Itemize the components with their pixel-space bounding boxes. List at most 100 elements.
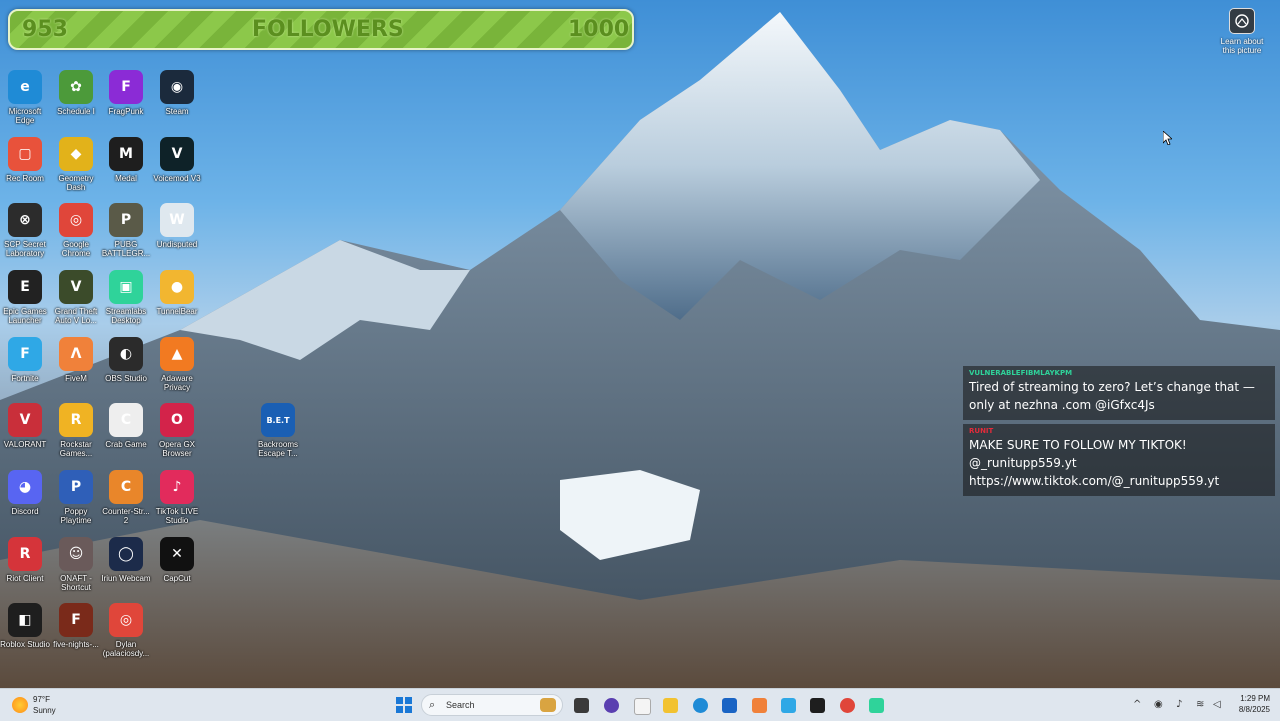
chat-message: VULNERABLEFIBMLAYKPM Tired of streaming … [963, 366, 1275, 420]
desktop-shortcut-label: Dylan (palaciosdy... [102, 640, 150, 658]
desktop-shortcut-counter-strike-2[interactable]: C Counter-Str... 2 [101, 470, 151, 525]
desktop-shortcut-dylan-palaciosdy[interactable]: ◎ Dylan (palaciosdy... [101, 603, 151, 658]
app-icon: ✕ [160, 537, 194, 571]
desktop-shortcut-label: Schedule I [57, 107, 95, 116]
chrome-icon[interactable] [840, 698, 855, 713]
desktop-shortcut-streamlabs-desktop[interactable]: ▣ Streamlabs Desktop [101, 270, 151, 325]
medal-icon[interactable] [810, 698, 825, 713]
desktop-shortcut-grand-theft-auto-v[interactable]: V Grand Theft Auto V Lo... [51, 270, 101, 325]
outlook-icon[interactable] [722, 698, 737, 713]
fivem-icon[interactable] [752, 698, 767, 713]
desktop-shortcut-five-nights[interactable]: Ffive-nights-... [51, 603, 101, 649]
volume-icon[interactable]: ◁ [1213, 700, 1223, 710]
desktop-shortcut-label: Backrooms Escape T... [257, 440, 298, 458]
desktop-shortcut-epic-games-launcher[interactable]: E Epic Games Launcher [0, 270, 50, 325]
app-icon: F [59, 603, 93, 637]
app-icon: Λ [59, 337, 93, 371]
desktop-shortcut-voicemod-v3[interactable]: V Voicemod V3 [152, 137, 202, 183]
desktop-shortcut-label: Counter-Str... 2 [102, 507, 150, 525]
desktop-shortcut-poppy-playtime[interactable]: P Poppy Playtime [51, 470, 101, 525]
app-icon: V [160, 137, 194, 171]
desktop-shortcut-label: Discord [11, 507, 39, 516]
desktop-shortcut-fortnite[interactable]: F Fortnite [0, 337, 50, 383]
followers-current: 953 [22, 17, 68, 42]
weather-desc: Sunny [33, 706, 56, 715]
desktop-shortcut-medal[interactable]: M Medal [101, 137, 151, 183]
network-app-icon[interactable]: ◉ [1154, 700, 1164, 710]
desktop-shortcut-label: Geometry Dash [58, 174, 94, 192]
desktop-shortcut-undisputed[interactable]: W Undisputed [152, 203, 202, 249]
desktop-shortcut-pubg-battlegrounds[interactable]: P PUBG BATTLEGR... [101, 203, 151, 258]
chat-message: RUNIT MAKE SURE TO FOLLOW MY TIKTOK! @_r… [963, 424, 1275, 496]
followers-label: FOLLOWERS [252, 17, 404, 42]
chat-text: Tired of streaming to zero? Let’s change… [969, 380, 1255, 412]
clock-time: 1:29 PM [1240, 694, 1270, 703]
learn-about-label: Learn about this picture [1220, 37, 1264, 55]
app-icon: V [59, 270, 93, 304]
mouse-cursor-icon [1163, 131, 1172, 145]
task-view-icon[interactable] [574, 698, 589, 713]
desktop-shortcut-adaware-privacy[interactable]: ▲ Adaware Privacy [152, 337, 202, 392]
file-icon[interactable] [634, 698, 651, 715]
wifi-icon[interactable]: ≋ [1196, 700, 1206, 710]
microphone-icon[interactable]: ♪ [1176, 700, 1186, 710]
desktop-shortcut-tunnelbear[interactable]: ● TunnelBear [152, 270, 202, 316]
desktop-shortcut-discord[interactable]: ◕ Discord [0, 470, 50, 516]
app-icon: W [160, 203, 194, 237]
desktop-shortcut-rec-room[interactable]: ▢ Rec Room [0, 137, 50, 183]
desktop-shortcut-obs-studio[interactable]: ◐ OBS Studio [101, 337, 151, 383]
app-icon: C [109, 403, 143, 437]
start-button[interactable] [396, 697, 412, 713]
desktop-shortcut-label: Epic Games Launcher [3, 307, 47, 325]
app-icon: R [8, 537, 42, 571]
desktop-shortcut-geometry-dash[interactable]: ◆ Geometry Dash [51, 137, 101, 192]
desktop-shortcut-roblox-studio[interactable]: ◧ Roblox Studio [0, 603, 50, 649]
app-icon: ♪ [160, 470, 194, 504]
search-highlight-icon [540, 698, 556, 712]
desktop-shortcut-rockstar-games[interactable]: R Rockstar Games... [51, 403, 101, 458]
desktop-shortcut-label: Grand Theft Auto V Lo... [54, 307, 98, 325]
desktop-shortcut-label: Medal [115, 174, 137, 183]
app-icon: ▲ [160, 337, 194, 371]
app-icon: C [109, 470, 143, 504]
learn-about-picture[interactable]: Learn about this picture [1214, 8, 1270, 55]
desktop-shortcut-microsoft-edge[interactable]: e Microsoft Edge [0, 70, 50, 125]
desktop-shortcut-label: Riot Client [6, 574, 44, 583]
desktop-shortcut-opera-gx-browser[interactable]: O Opera GX Browser [152, 403, 202, 458]
weather-temp: 97°F [33, 695, 50, 704]
search-placeholder: Search [446, 700, 475, 710]
desktop-shortcut-label: Fortnite [11, 374, 39, 383]
desktop-shortcut-valorant[interactable]: V VALORANT [0, 403, 50, 449]
desktop-shortcut-onaft-shortcut[interactable]: ☺ ONAFT - Shortcut [51, 537, 101, 592]
taskbar-search[interactable]: ⌕ Search [421, 694, 563, 716]
desktop-shortcut-label: five-nights-... [53, 640, 99, 649]
desktop-shortcut-fragpunk[interactable]: F FragPunk [101, 70, 151, 116]
desktop-shortcut-capcut[interactable]: ✕ CapCut [152, 537, 202, 583]
desktop-shortcut-steam[interactable]: ◉ Steam [152, 70, 202, 116]
desktop-shortcut-label: Undisputed [156, 240, 198, 249]
desktop-shortcut-fivem[interactable]: Λ FiveM [51, 337, 101, 383]
app-icon: ◎ [109, 603, 143, 637]
search-icon: ⌕ [429, 698, 436, 711]
app-taskbar-icon[interactable] [604, 698, 619, 713]
edge-icon[interactable] [693, 698, 708, 713]
desktop-shortcut-riot-client[interactable]: R Riot Client [0, 537, 50, 583]
desktop-shortcut-google-chrome[interactable]: ◎ Google Chrome [51, 203, 101, 258]
desktop-shortcut-tiktok-live-studio[interactable]: ♪ TikTok LIVE Studio [152, 470, 202, 525]
desktop-shortcut-scp-secret-laboratory[interactable]: ⊗ SCP Secret Laboratory [0, 203, 50, 258]
desktop-shortcut-label: Iriun Webcam [101, 574, 151, 583]
chevron-up-icon[interactable]: ^ [1133, 700, 1143, 710]
fortnite-icon[interactable] [781, 698, 796, 713]
streamlabs-icon[interactable] [869, 698, 884, 713]
chat-username: RUNIT [969, 427, 994, 435]
desktop-shortcut-crab-game[interactable]: C Crab Game [101, 403, 151, 449]
stream-chat-overlay: VULNERABLEFIBMLAYKPM Tired of streaming … [963, 366, 1275, 500]
desktop-shortcut-backrooms-escape[interactable]: B.E.T Backrooms Escape T... [253, 403, 303, 458]
file-explorer-icon[interactable] [663, 698, 678, 713]
desktop-shortcut-iriun-webcam[interactable]: ◯ Iriun Webcam [101, 537, 151, 583]
app-icon: F [8, 337, 42, 371]
desktop-shortcut-schedule-i[interactable]: ✿ Schedule I [51, 70, 101, 116]
app-icon: R [59, 403, 93, 437]
clock[interactable]: 1:29 PM 8/8/2025 [1228, 693, 1270, 715]
desktop-shortcut-label: Roblox Studio [0, 640, 50, 649]
